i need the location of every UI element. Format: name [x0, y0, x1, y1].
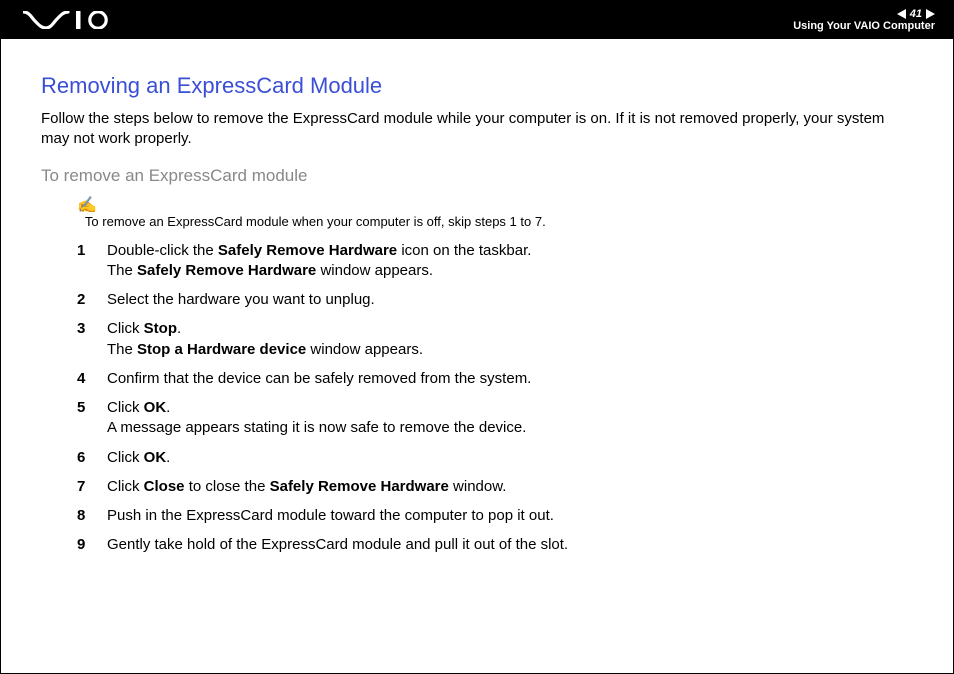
- step-body: Gently take hold of the ExpressCard modu…: [107, 535, 913, 555]
- step-number: 9: [77, 535, 107, 555]
- note-row: ✍ To remove an ExpressCard module when y…: [77, 200, 913, 229]
- intro-paragraph: Follow the steps below to remove the Exp…: [41, 109, 913, 150]
- page-heading: Removing an ExpressCard Module: [41, 73, 913, 99]
- note-text: To remove an ExpressCard module when you…: [85, 214, 546, 229]
- step-number: 5: [77, 398, 107, 418]
- note-icon: ✍: [77, 198, 97, 214]
- header-right: 41 Using Your VAIO Computer: [793, 1, 935, 39]
- step-item: 7 Click Close to close the Safely Remove…: [77, 477, 913, 497]
- step-number: 7: [77, 477, 107, 497]
- page-nav: 41: [897, 9, 935, 20]
- step-body: Double-click the Safely Remove Hardware …: [107, 241, 913, 282]
- page-content: Removing an ExpressCard Module Follow th…: [1, 39, 953, 556]
- section-name: Using Your VAIO Computer: [793, 21, 935, 32]
- step-item: 8 Push in the ExpressCard module toward …: [77, 506, 913, 526]
- step-item: 4 Confirm that the device can be safely …: [77, 369, 913, 389]
- step-item: 6 Click OK.: [77, 448, 913, 468]
- step-number: 4: [77, 369, 107, 389]
- step-body: Push in the ExpressCard module toward th…: [107, 506, 913, 526]
- step-item: 1 Double-click the Safely Remove Hardwar…: [77, 241, 913, 282]
- step-number: 3: [77, 319, 107, 339]
- step-body: Click OK.: [107, 448, 913, 468]
- step-body: Click Close to close the Safely Remove H…: [107, 477, 913, 497]
- vaio-logo: [23, 11, 115, 29]
- step-body: Click OK. A message appears stating it i…: [107, 398, 913, 439]
- step-number: 6: [77, 448, 107, 468]
- sub-heading: To remove an ExpressCard module: [41, 166, 913, 186]
- page-number: 41: [910, 9, 922, 20]
- step-number: 1: [77, 241, 107, 261]
- steps-list: 1 Double-click the Safely Remove Hardwar…: [77, 241, 913, 556]
- step-item: 9 Gently take hold of the ExpressCard mo…: [77, 535, 913, 555]
- step-number: 8: [77, 506, 107, 526]
- step-item: 5 Click OK. A message appears stating it…: [77, 398, 913, 439]
- header-bar: 41 Using Your VAIO Computer: [1, 1, 953, 39]
- prev-page-icon[interactable]: [897, 9, 906, 19]
- step-body: Confirm that the device can be safely re…: [107, 369, 913, 389]
- step-item: 2 Select the hardware you want to unplug…: [77, 290, 913, 310]
- step-body: Click Stop. The Stop a Hardware device w…: [107, 319, 913, 360]
- step-number: 2: [77, 290, 107, 310]
- step-body: Select the hardware you want to unplug.: [107, 290, 913, 310]
- next-page-icon[interactable]: [926, 9, 935, 19]
- step-item: 3 Click Stop. The Stop a Hardware device…: [77, 319, 913, 360]
